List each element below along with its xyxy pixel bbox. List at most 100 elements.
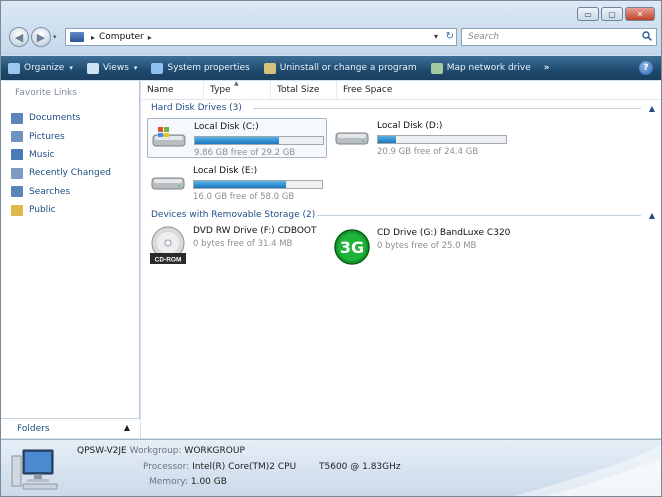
favorite-link-pictures[interactable]: Pictures <box>11 127 111 145</box>
help-icon[interactable]: ? <box>639 61 653 75</box>
collapse-group-icon[interactable]: ▲ <box>649 104 655 113</box>
search-placeholder: Search <box>468 32 500 42</box>
drive-usage-bar <box>193 180 323 189</box>
column-total-size-label: Total Size <box>277 85 320 95</box>
views-icon <box>86 62 99 74</box>
map-network-drive-icon <box>430 62 443 74</box>
drive-item-c[interactable]: Local Disk (C:) 9.86 GB free of 29.2 GB <box>147 118 327 158</box>
minimize-button[interactable]: ▭ <box>577 7 599 21</box>
drive-name: Local Disk (C:) <box>194 122 259 132</box>
navigation-pane: Favorite Links Documents Pictures Music Rec… <box>1 81 140 438</box>
drive-free-space: 16.0 GB free of 58.0 GB <box>193 192 295 202</box>
searches-icon <box>11 186 23 198</box>
computer-info: QPSW-V2JE Workgroup: WORKGROUP <box>77 446 245 456</box>
computer-icon <box>70 32 84 42</box>
column-name-label: Name <box>147 85 174 95</box>
documents-icon <box>11 112 23 124</box>
drive-usage-fill <box>194 181 287 188</box>
cd-rom-icon: CD-ROM <box>150 226 186 264</box>
toolbar-label: Views <box>102 63 129 73</box>
drive-info: Local Disk (D:) 20.9 GB free of 24.4 GB <box>377 121 507 157</box>
toolbar-views-button[interactable]: Views ▾ <box>80 56 145 80</box>
drive-free-space: 20.9 GB free of 24.4 GB <box>377 147 479 157</box>
chevron-down-icon: ▾ <box>133 64 138 72</box>
toolbar-label: Uninstall or change a program <box>279 63 417 73</box>
forward-button[interactable]: ▶ <box>31 27 51 47</box>
sort-indicator-icon: ▲ <box>234 79 239 87</box>
decorative-swoosh <box>514 445 661 496</box>
window-controls: ▭ ▢ ✕ <box>577 7 655 21</box>
column-name[interactable]: Name <box>141 80 204 100</box>
group-header-hard-disks[interactable]: Hard Disk Drives (3) <box>151 103 242 113</box>
file-list-pane: Name ▲ Type Total Size Free Space Hard D… <box>141 79 661 438</box>
recent-pages-dropdown[interactable]: ▾ <box>53 33 57 41</box>
group-divider <box>317 215 641 216</box>
workgroup-value: WORKGROUP <box>184 446 245 456</box>
3g-icon: 3G <box>334 229 370 265</box>
toolbar-label: Map network drive <box>446 63 531 73</box>
drive-info: CD Drive (G:) BandLuxe C320 0 bytes free… <box>377 228 510 266</box>
drive-free-space: 0 bytes free of 25.0 MB <box>377 241 477 251</box>
close-button[interactable]: ✕ <box>625 7 655 21</box>
search-icon[interactable] <box>642 31 652 41</box>
breadcrumb-computer[interactable]: Computer <box>99 32 144 42</box>
drive-free-space: 9.86 GB free of 29.2 GB <box>194 148 296 158</box>
drive-item-d[interactable]: Local Disk (D:) 20.9 GB free of 24.4 GB <box>333 121 507 157</box>
organize-icon <box>8 62 20 74</box>
memory-value: 1.00 GB <box>190 477 227 487</box>
memory-info: Memory: 1.00 GB <box>149 477 227 487</box>
favorite-link-recently-changed[interactable]: Recently Changed <box>11 164 111 182</box>
system-properties-icon <box>151 62 164 74</box>
address-dropdown-icon[interactable]: ▾ <box>434 32 438 41</box>
address-bar[interactable]: ▸ Computer ▸ ▾ ↻ <box>65 28 457 46</box>
favorite-link-label: Music <box>29 149 55 160</box>
toolbar-organize-button[interactable]: Organize ▾ <box>1 56 80 80</box>
breadcrumb-separator[interactable]: ▸ <box>91 33 95 42</box>
favorite-link-public[interactable]: Public <box>11 201 111 219</box>
computer-icon <box>11 449 58 490</box>
drive-name: DVD RW Drive (F:) CDBOOT <box>193 226 317 236</box>
favorite-link-music[interactable]: Music <box>11 146 111 164</box>
refresh-icon[interactable]: ↻ <box>446 31 454 42</box>
chevron-up-icon[interactable]: ▲ <box>124 423 130 432</box>
drive-usage-bar <box>194 136 324 145</box>
column-total-size[interactable]: Total Size <box>271 80 337 100</box>
drive-usage-fill <box>378 136 396 143</box>
favorite-link-documents[interactable]: Documents <box>11 109 111 127</box>
computer-name: QPSW-V2JE <box>77 446 127 456</box>
column-free-space[interactable]: Free Space <box>337 81 417 100</box>
maximize-button[interactable]: ▢ <box>601 7 623 21</box>
pictures-icon <box>11 131 23 143</box>
column-type[interactable]: ▲ Type <box>204 79 271 100</box>
processor-speed: T5600 @ 1.83GHz <box>319 462 401 472</box>
system-drive-icon <box>152 127 186 147</box>
toolbar-overflow-button[interactable]: » <box>538 63 556 73</box>
back-button[interactable]: ◀ <box>9 27 29 47</box>
toolbar-uninstall-or-change-a-program-button[interactable]: Uninstall or change a program <box>257 56 424 80</box>
group-header-removable[interactable]: Devices with Removable Storage (2) <box>151 210 315 220</box>
drive-name: CD Drive (G:) BandLuxe C320 <box>377 228 511 238</box>
drive-usage-fill <box>195 137 280 144</box>
drive-item-g[interactable]: 3G CD Drive (G:) BandLuxe C320 0 bytes f… <box>333 228 510 266</box>
uninstall-icon <box>263 62 276 74</box>
collapse-group-icon[interactable]: ▲ <box>649 211 655 220</box>
favorite-link-label: Recently Changed <box>29 168 111 179</box>
search-input[interactable]: Search <box>461 28 657 46</box>
favorite-link-label: Documents <box>29 113 81 124</box>
drive-item-f[interactable]: CD-ROM DVD RW Drive (F:) CDBOOT 0 bytes … <box>149 226 317 266</box>
processor-label: Processor: <box>143 462 190 472</box>
svg-text:3G: 3G <box>340 238 364 257</box>
toolbar-map-network-drive-button[interactable]: Map network drive <box>424 56 538 80</box>
drive-usage-bar <box>377 135 507 144</box>
explorer-window: ▭ ▢ ✕ ◀ ▶ ▾ ▸ Computer ▸ ▾ ↻ Search Orga <box>0 0 662 497</box>
svg-text:CD-ROM: CD-ROM <box>155 257 182 264</box>
drive-info: Local Disk (C:) 9.86 GB free of 29.2 GB <box>194 122 324 158</box>
drive-item-e[interactable]: Local Disk (E:) 16.0 GB free of 58.0 GB <box>149 166 323 202</box>
toolbar-system-properties-button[interactable]: System properties <box>144 56 256 80</box>
favorite-link-searches[interactable]: Searches <box>11 183 111 201</box>
favorite-link-label: Searches <box>29 186 71 197</box>
folders-toggle[interactable]: Folders ▲ <box>1 418 140 438</box>
breadcrumb-separator[interactable]: ▸ <box>148 33 152 42</box>
favorite-link-label: Pictures <box>29 131 65 142</box>
hard-drive-icon <box>335 132 369 145</box>
